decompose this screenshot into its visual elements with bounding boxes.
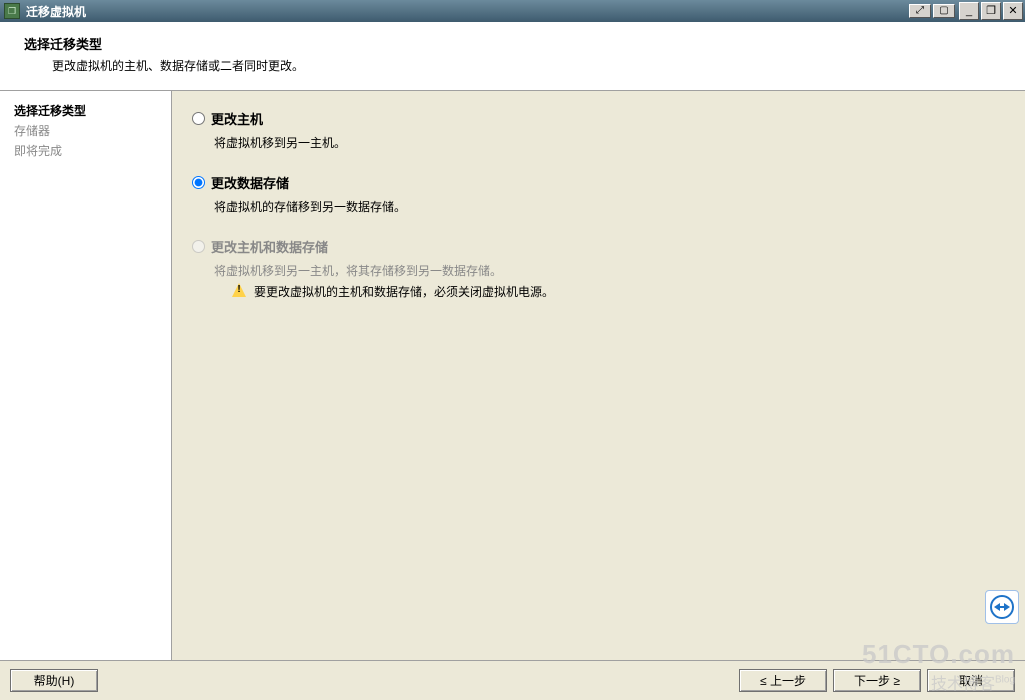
maximize-button[interactable]: ❐ xyxy=(981,2,1001,20)
option-change-both: 更改主机和数据存储 将虚拟机移到另一主机，将其存储移到另一数据存储。 要更改虚拟… xyxy=(192,237,1015,300)
option-change-datastore-desc: 将虚拟机的存储移到另一数据存储。 xyxy=(214,198,1015,215)
app-icon: ❐ xyxy=(4,3,20,19)
nav-step-select-type[interactable]: 选择迁移类型 xyxy=(14,101,161,121)
option-change-both-label: 更改主机和数据存储 xyxy=(211,237,328,256)
page-subtitle: 更改虚拟机的主机、数据存储或二者同时更改。 xyxy=(52,57,1025,74)
radio-change-datastore[interactable] xyxy=(192,176,205,189)
window-title: 迁移虚拟机 xyxy=(26,3,86,20)
radio-change-host[interactable] xyxy=(192,112,205,125)
option-change-both-desc: 将虚拟机移到另一主机，将其存储移到另一数据存储。 xyxy=(214,262,1015,279)
expand-icon[interactable]: ⤢ xyxy=(909,4,931,18)
minimize-button[interactable]: _ xyxy=(959,2,979,20)
wizard-content: 更改主机 将虚拟机移到另一主机。 更改数据存储 将虚拟机的存储移到另一数据存储。… xyxy=(172,91,1025,690)
option-change-both-warning: 要更改虚拟机的主机和数据存储，必须关闭虚拟机电源。 xyxy=(232,283,1015,300)
wizard-footer: 帮助(H) ≤ 上一步 下一步 ≥ 取消 xyxy=(0,660,1025,700)
option-change-datastore: 更改数据存储 将虚拟机的存储移到另一数据存储。 xyxy=(192,173,1015,215)
option-change-both-row: 更改主机和数据存储 xyxy=(192,237,1015,256)
option-change-both-warning-text: 要更改虚拟机的主机和数据存储，必须关闭虚拟机电源。 xyxy=(254,283,554,300)
page-title: 选择迁移类型 xyxy=(24,34,1025,53)
option-change-datastore-label: 更改数据存储 xyxy=(211,173,289,192)
option-change-host-row[interactable]: 更改主机 xyxy=(192,109,1015,128)
option-change-datastore-row[interactable]: 更改数据存储 xyxy=(192,173,1015,192)
option-change-host-desc: 将虚拟机移到另一主机。 xyxy=(214,134,1015,151)
wizard-body: 选择迁移类型 存储器 即将完成 更改主机 将虚拟机移到另一主机。 更改数据存储 … xyxy=(0,90,1025,690)
option-change-host: 更改主机 将虚拟机移到另一主机。 xyxy=(192,109,1015,151)
titlebar: ❐ 迁移虚拟机 ⤢ ▢ _ ❐ ✕ xyxy=(0,0,1025,22)
window-controls: _ ❐ ✕ xyxy=(959,2,1023,20)
wizard-nav: 选择迁移类型 存储器 即将完成 xyxy=(0,91,172,690)
help-button[interactable]: 帮助(H) xyxy=(10,669,98,692)
square-icon[interactable]: ▢ xyxy=(933,4,955,18)
option-change-host-label: 更改主机 xyxy=(211,109,263,128)
wizard-header: 选择迁移类型 更改虚拟机的主机、数据存储或二者同时更改。 xyxy=(0,22,1025,90)
teamviewer-panel[interactable] xyxy=(985,590,1019,624)
nav-step-finish: 即将完成 xyxy=(14,141,161,161)
nav-step-storage: 存储器 xyxy=(14,121,161,141)
back-button[interactable]: ≤ 上一步 xyxy=(739,669,827,692)
close-button[interactable]: ✕ xyxy=(1003,2,1023,20)
teamviewer-icon xyxy=(990,595,1014,619)
cancel-button[interactable]: 取消 xyxy=(927,669,1015,692)
warning-icon xyxy=(232,283,246,297)
next-button[interactable]: 下一步 ≥ xyxy=(833,669,921,692)
radio-change-both xyxy=(192,240,205,253)
window-inner-controls: ⤢ ▢ xyxy=(909,4,955,18)
